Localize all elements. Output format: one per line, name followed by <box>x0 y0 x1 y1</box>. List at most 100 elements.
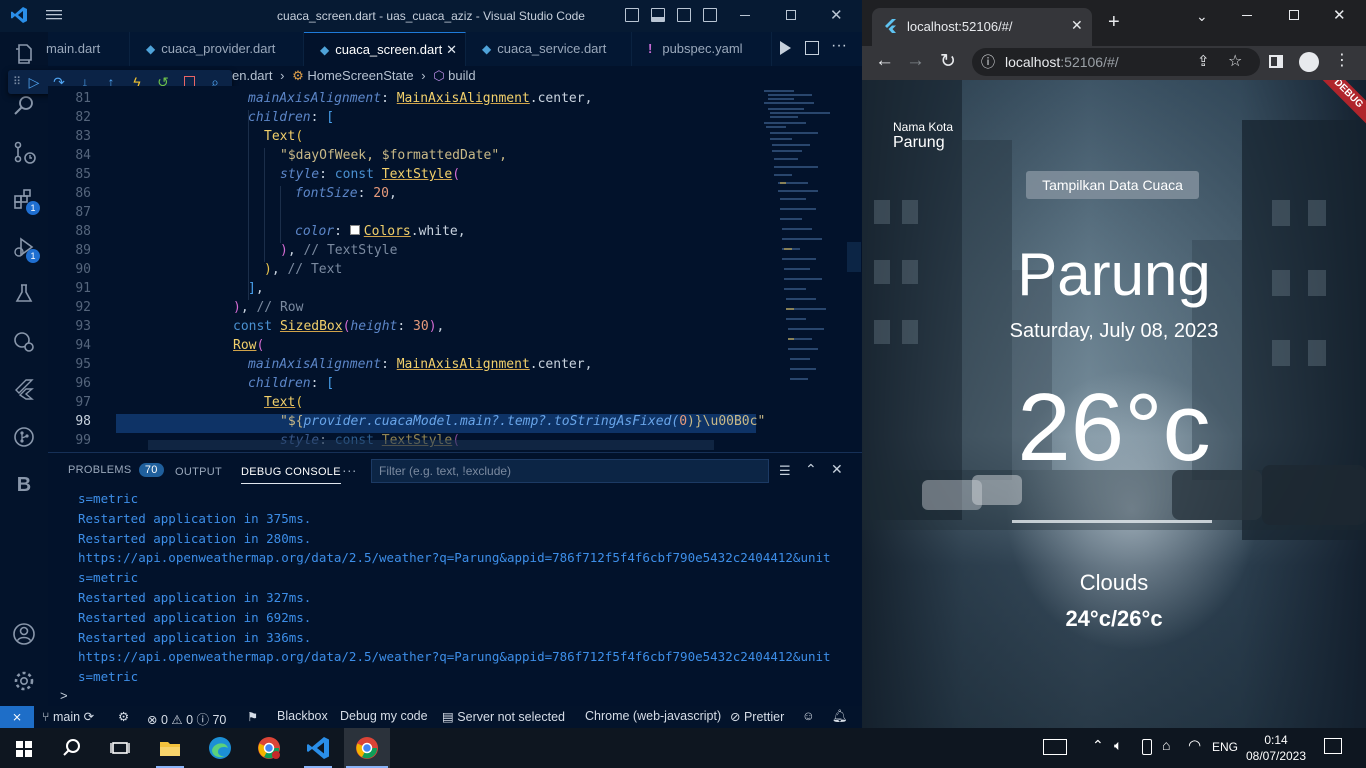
toggle-secondary-sidebar-icon[interactable] <box>677 8 691 22</box>
back-icon[interactable]: ← <box>875 50 894 72</box>
chrome-menu-icon[interactable]: ⋮ <box>1334 50 1350 70</box>
drag-handle-icon[interactable]: ⠿ <box>8 73 26 91</box>
blackbox-icon[interactable]: B <box>12 473 36 497</box>
tab-cuaca-provider[interactable]: ◆ cuaca_provider.dart <box>130 32 304 66</box>
clock[interactable]: 0:14 08/07/2023 <box>1244 732 1308 764</box>
more-actions-icon[interactable]: ··· <box>831 37 847 55</box>
city-input[interactable]: Nama Kota Parung <box>893 120 993 152</box>
search-icon[interactable] <box>58 734 86 762</box>
breadcrumb-class[interactable]: HomeScreenState <box>307 68 413 83</box>
code-line-93: const SizedBox(height: 30), <box>233 319 445 334</box>
wifi-icon[interactable]: ◠ <box>1188 736 1201 754</box>
new-tab-icon[interactable]: + <box>1108 11 1120 34</box>
tab-cuaca-service[interactable]: ◆ cuaca_service.dart <box>466 32 632 66</box>
task-view-icon[interactable] <box>106 734 134 762</box>
settings-gear-icon[interactable] <box>12 669 36 693</box>
close-button[interactable]: ✕ <box>1333 6 1346 24</box>
git-branch[interactable]: ⑂ main ⟳ <box>42 709 94 724</box>
continue-icon[interactable]: ▷ <box>25 73 43 91</box>
notifications-icon[interactable]: 🔔︎ <box>832 709 848 724</box>
line-number: 85 <box>75 167 91 182</box>
notification-center-icon[interactable] <box>1324 738 1342 754</box>
testing-icon[interactable] <box>12 282 36 306</box>
panel-more-icon[interactable]: ··· <box>342 462 357 478</box>
remote-explorer-icon[interactable] <box>12 330 36 354</box>
customize-layout-icon[interactable] <box>703 8 717 22</box>
close-panel-icon[interactable]: ✕ <box>831 461 843 478</box>
line-number: 84 <box>75 148 91 163</box>
profile-icon[interactable] <box>1299 52 1319 72</box>
file-explorer-icon[interactable] <box>156 734 184 762</box>
extensions-icon[interactable]: 1 <box>12 187 40 215</box>
address-bar[interactable]: ⓘ localhost:52106/#/ <box>972 48 1260 76</box>
browser-tab[interactable]: localhost:52106/#/ ✕ <box>872 8 1092 46</box>
flutter-icon[interactable] <box>12 377 36 401</box>
clear-console-icon[interactable]: ☰ <box>779 463 791 479</box>
remote-indicator[interactable]: ⨯ <box>0 706 34 728</box>
code-editor[interactable]: 81 82 83 84 85 86 87 88 89 90 91 92 93 94 95 96 97 98 99 m… <box>48 86 862 452</box>
debug-status-icon[interactable]: ⚑ <box>247 709 258 724</box>
vscode-taskbar-icon[interactable] <box>304 734 332 762</box>
breadcrumb-method[interactable]: build <box>448 68 475 83</box>
server-status[interactable]: ▤ Server not selected <box>442 709 565 724</box>
tab-search-icon[interactable]: ⌄ <box>1196 8 1208 25</box>
feedback-icon[interactable]: ☺ <box>802 709 815 723</box>
keyboard-icon[interactable] <box>1043 739 1067 755</box>
horizontal-scrollbar[interactable] <box>148 440 714 450</box>
run-icon[interactable] <box>780 41 791 55</box>
tab-output[interactable]: OUTPUT <box>175 466 222 478</box>
search-icon[interactable] <box>12 94 36 118</box>
problems-status[interactable]: ⊗ 0 ⚠ 0 ⓘ 70 <box>147 709 226 728</box>
debug-my-code-status[interactable]: Debug my code <box>340 709 428 723</box>
code-line-81: mainAxisAlignment: MainAxisAlignment.cen… <box>248 91 593 106</box>
close-button[interactable]: ✕ <box>830 6 843 24</box>
blackbox-status[interactable]: Blackbox <box>277 709 328 723</box>
device-status[interactable]: Chrome (web-javascript) <box>585 709 721 723</box>
git-graph-icon[interactable] <box>12 425 36 449</box>
battery-icon[interactable] <box>1142 739 1152 755</box>
maximize-panel-icon[interactable]: ⌃ <box>805 461 817 478</box>
prettier-status[interactable]: ⊘ Prettier <box>730 709 784 724</box>
accounts-icon[interactable] <box>12 622 36 646</box>
language-indicator[interactable]: ENG <box>1212 740 1238 754</box>
chrome-active-icon[interactable] <box>353 734 381 762</box>
toggle-panel-icon[interactable] <box>651 8 665 22</box>
maximize-button[interactable] <box>1289 10 1299 20</box>
dart-icon: ◆ <box>482 42 492 56</box>
site-info-icon[interactable]: ⓘ <box>981 48 995 76</box>
start-windows-icon[interactable] <box>10 734 38 762</box>
close-tab-icon[interactable]: ✕ <box>1071 17 1083 34</box>
minimize-button[interactable] <box>1242 15 1252 16</box>
bookmark-star-icon[interactable]: ☆ <box>1228 51 1242 71</box>
scrollbar-thumb[interactable] <box>847 242 861 272</box>
share-icon[interactable]: ⇪ <box>1197 52 1210 70</box>
run-debug-icon[interactable]: 1 <box>12 235 40 263</box>
flutter-status-icon[interactable]: ⚙ <box>118 709 129 724</box>
maximize-button[interactable] <box>786 10 796 20</box>
tab-debug-console[interactable]: DEBUG CONSOLE <box>241 466 341 484</box>
reload-icon[interactable]: ↻ <box>940 50 956 73</box>
tab-cuaca-screen[interactable]: ◆ cuaca_screen.dart ✕ <box>304 32 466 66</box>
side-panel-icon[interactable] <box>1269 55 1283 68</box>
close-tab-icon[interactable]: ✕ <box>446 33 457 67</box>
source-control-icon[interactable] <box>12 140 36 164</box>
console-line: https://api.openweathermap.org/data/2.5/… <box>78 649 831 665</box>
minimap[interactable] <box>760 86 846 452</box>
tab-main-dart[interactable]: main.dart <box>30 32 130 66</box>
console-prompt[interactable]: > <box>60 688 68 703</box>
chrome-icon[interactable] <box>255 734 283 762</box>
show-hidden-icons-icon[interactable]: ⌃ <box>1092 737 1104 754</box>
split-editor-icon[interactable] <box>805 41 819 55</box>
volume-muted-icon[interactable]: 🔈︎ <box>1114 737 1122 754</box>
toggle-sidebar-icon[interactable] <box>625 8 639 22</box>
forward-icon[interactable]: → <box>906 50 925 72</box>
minimize-button[interactable] <box>740 15 750 16</box>
breadcrumb-file[interactable]: en.dart <box>232 68 272 83</box>
tab-problems[interactable]: PROBLEMS 70 <box>68 463 164 477</box>
network-icon[interactable]: ⌂ <box>1162 737 1170 753</box>
temp-range: 24°c/26°c <box>1065 606 1163 631</box>
console-filter-input[interactable]: Filter (e.g. text, !exclude) <box>371 459 769 483</box>
show-weather-button[interactable]: Tampilkan Data Cuaca <box>1026 171 1199 199</box>
edge-icon[interactable] <box>206 734 234 762</box>
tab-pubspec[interactable]: ! pubspec.yaml <box>632 32 772 66</box>
